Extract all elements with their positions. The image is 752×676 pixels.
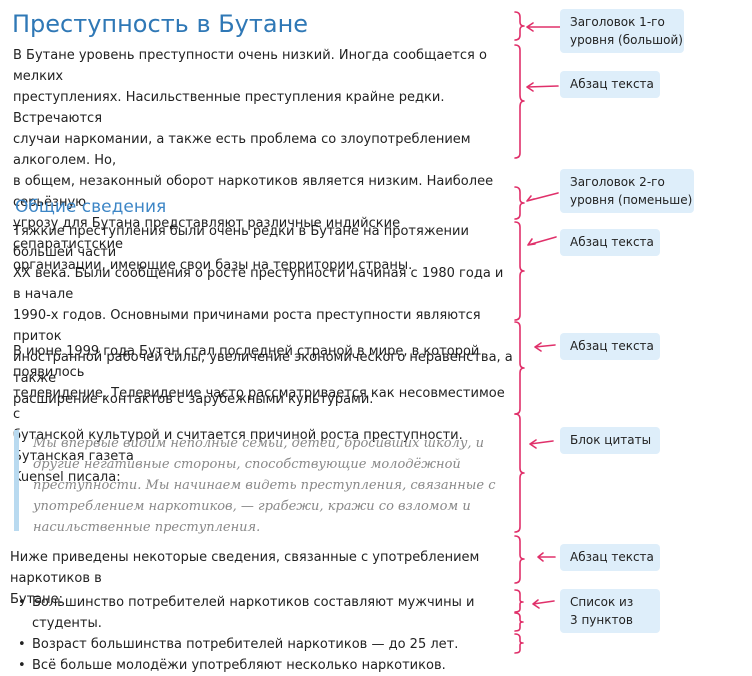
arrow-quote — [529, 439, 554, 449]
arrow-para3 — [534, 342, 556, 352]
bracket-para1 — [514, 44, 525, 159]
label-para4: Абзац текста — [560, 544, 660, 571]
label-quote: Блок цитаты — [560, 427, 660, 454]
bracket-list-1 — [514, 589, 524, 613]
bracket-quote — [514, 413, 525, 533]
arrow-list — [532, 599, 555, 609]
arrow-heading2 — [526, 192, 559, 202]
bracket-heading2 — [514, 186, 525, 220]
label-heading1: Заголовок 1-го уровня (большой) — [560, 9, 684, 53]
label-para1: Абзац текста — [560, 71, 660, 98]
label-para3: Абзац текста — [560, 333, 660, 360]
label-para2: Абзац текста — [560, 229, 660, 256]
bracket-heading1 — [514, 11, 525, 41]
bracket-para2 — [514, 221, 525, 321]
bracket-list-3 — [514, 633, 524, 654]
arrow-para2 — [527, 236, 557, 246]
bracket-para3 — [514, 321, 525, 415]
label-heading2: Заголовок 2-го уровня (поменьше) — [560, 169, 694, 213]
bracket-para4 — [514, 535, 525, 584]
label-list: Список из 3 пунктов — [560, 589, 660, 633]
arrow-para1 — [526, 82, 559, 92]
arrow-heading1 — [526, 22, 561, 32]
bracket-list-2 — [514, 612, 524, 632]
arrow-para4 — [537, 552, 556, 562]
